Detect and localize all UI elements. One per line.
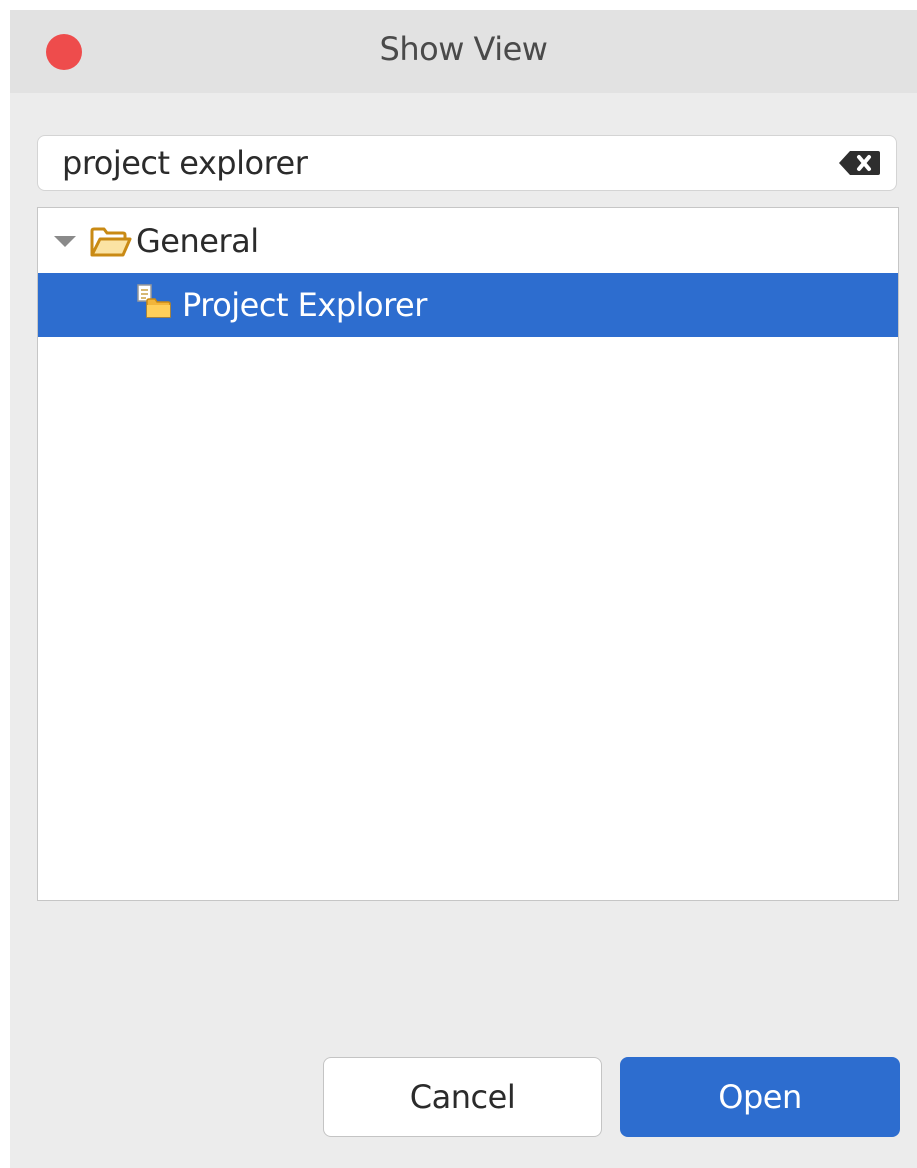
dialog-title: Show View	[379, 30, 548, 68]
title-bar[interactable]: Show View	[10, 10, 917, 93]
tree-item-label: Project Explorer	[182, 286, 427, 324]
open-button[interactable]: Open	[620, 1057, 900, 1137]
search-field[interactable]	[37, 135, 897, 191]
tree-item-general[interactable]: General	[38, 209, 898, 273]
folder-open-icon	[90, 227, 132, 257]
close-button[interactable]	[46, 34, 82, 70]
project-explorer-icon	[137, 284, 171, 318]
tree-item-project-explorer[interactable]: Project Explorer	[38, 273, 898, 337]
tree-item-label: General	[136, 222, 259, 260]
expand-arrow-icon[interactable]	[52, 231, 78, 251]
views-tree[interactable]: General Project Explorer	[37, 207, 899, 901]
search-input[interactable]	[62, 136, 822, 190]
cancel-button[interactable]: Cancel	[323, 1057, 602, 1137]
clear-text-icon[interactable]	[838, 149, 882, 177]
show-view-dialog: Show View General	[10, 10, 917, 1168]
